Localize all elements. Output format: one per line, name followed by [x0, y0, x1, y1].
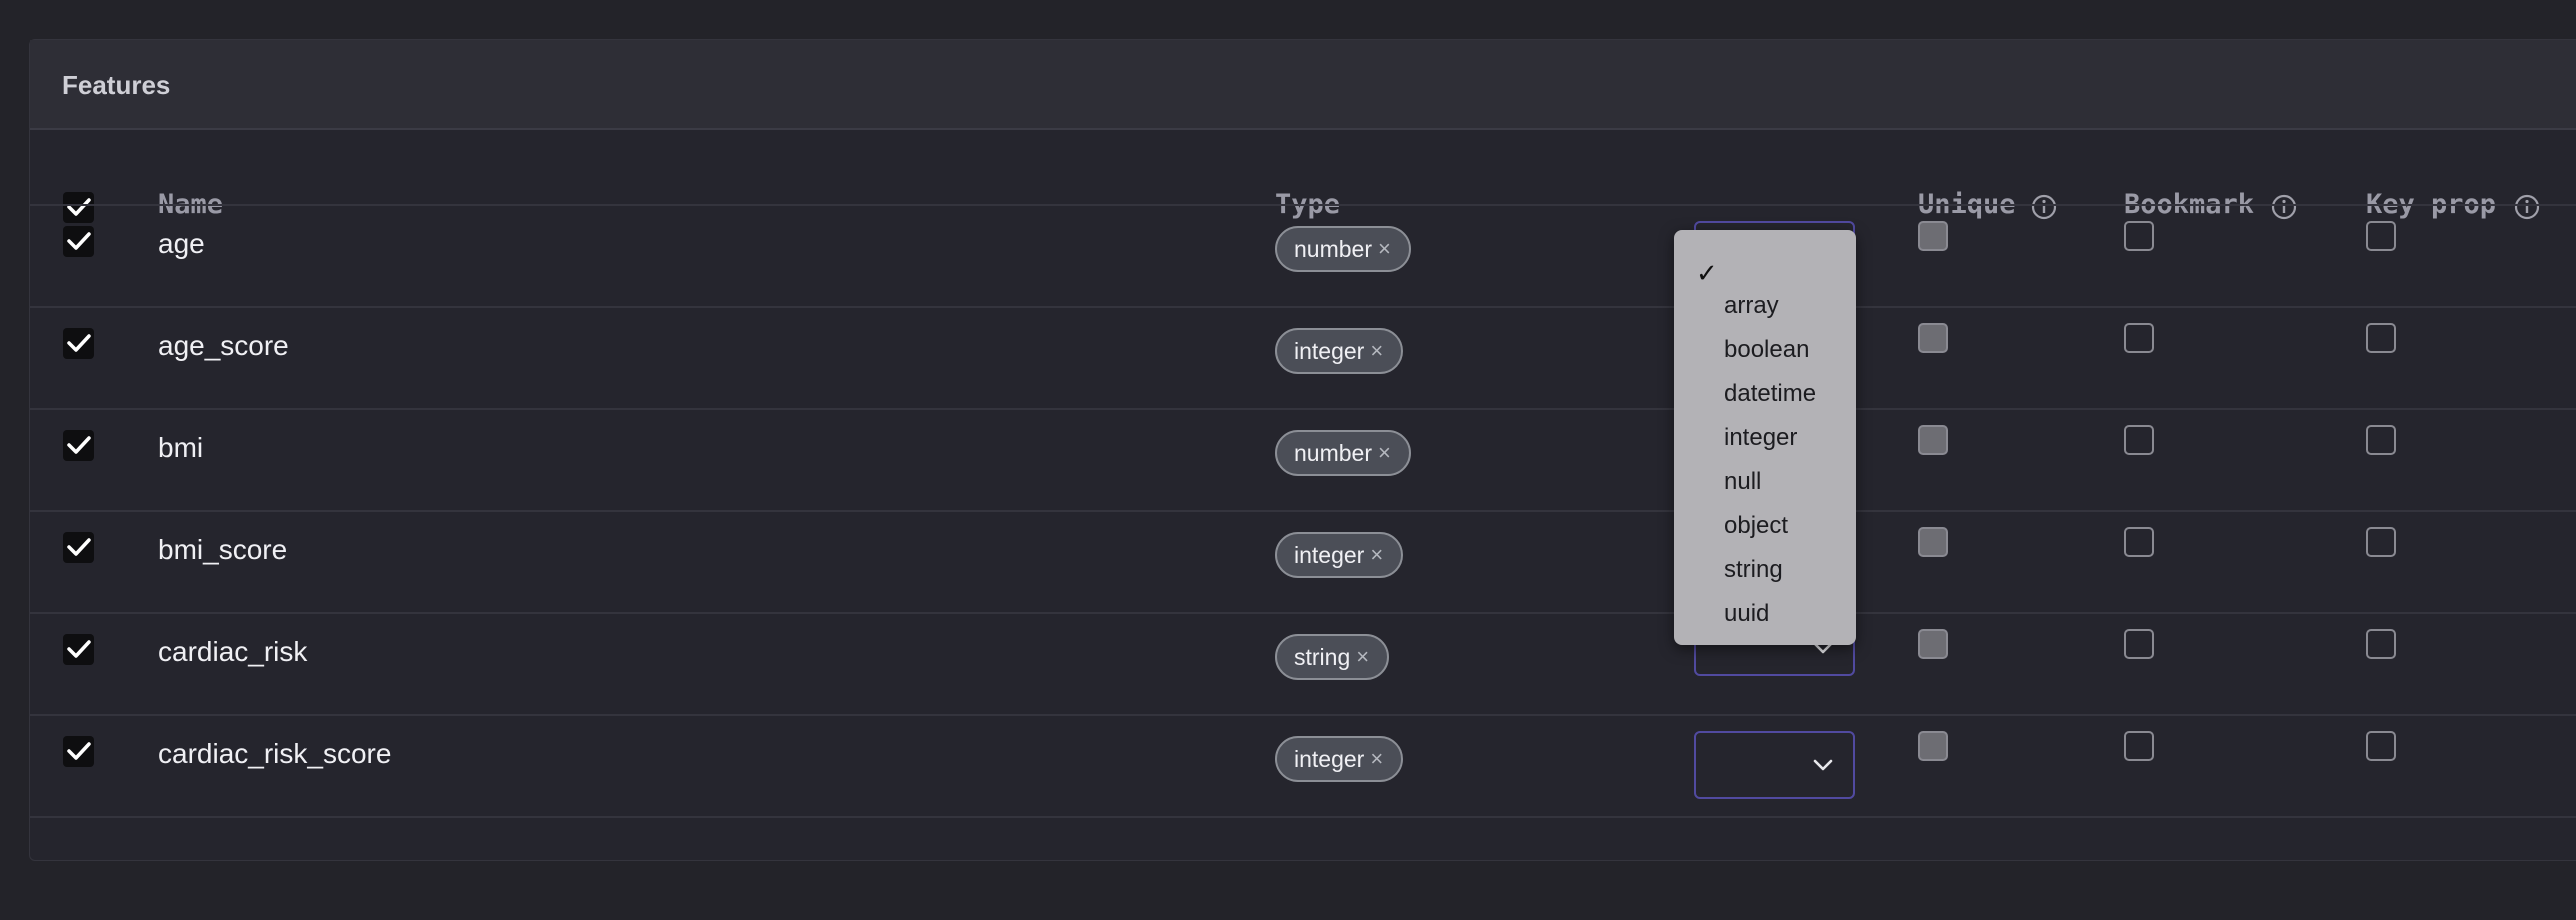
table-row-divider — [30, 816, 2576, 920]
feature-name: age_score — [158, 330, 289, 361]
features-panel: Features Name Type Unique Bookmark Key p… — [29, 39, 2576, 861]
check-icon — [67, 640, 91, 658]
type-tag: integer × — [1275, 532, 1404, 578]
key-prop-checkbox[interactable] — [2366, 221, 2396, 251]
type-tag-label: integer — [1294, 745, 1365, 772]
type-dropdown-menu: ✓ array boolean datetime integer null ob… — [1674, 230, 1856, 645]
table-row: age number × — [30, 204, 2576, 308]
table-row: age_score integer × — [30, 306, 2576, 410]
type-tag-label: number — [1294, 235, 1372, 262]
dropdown-option-datetime[interactable]: datetime — [1724, 380, 1816, 408]
feature-name: bmi_score — [158, 534, 288, 565]
close-icon[interactable]: × — [1378, 236, 1391, 262]
selected-check-icon: ✓ — [1696, 258, 1718, 288]
feature-name: cardiac_risk — [158, 636, 308, 667]
table-row: bmi_score integer × — [30, 510, 2576, 614]
check-icon — [67, 538, 91, 556]
check-icon — [67, 334, 91, 352]
key-prop-checkbox[interactable] — [2366, 629, 2396, 659]
type-tag-label: integer — [1294, 337, 1365, 364]
table-row: bmi number × — [30, 408, 2576, 512]
unique-checkbox[interactable] — [1918, 527, 1948, 557]
key-prop-checkbox[interactable] — [2366, 731, 2396, 761]
table-row: cardiac_risk_score integer × — [30, 714, 2576, 818]
type-tag: number × — [1275, 226, 1411, 272]
check-icon — [67, 232, 91, 250]
type-tag-label: number — [1294, 439, 1372, 466]
panel-header: Features — [30, 40, 2576, 130]
dropdown-option-boolean[interactable]: boolean — [1724, 336, 1809, 364]
panel-title: Features — [62, 70, 171, 100]
type-select[interactable] — [1694, 731, 1855, 799]
type-tag-label: integer — [1294, 541, 1365, 568]
bookmark-checkbox[interactable] — [2124, 221, 2154, 251]
row-select-checkbox[interactable] — [63, 226, 94, 257]
chevron-down-icon — [1813, 759, 1833, 771]
close-icon[interactable]: × — [1378, 440, 1391, 466]
feature-name: cardiac_risk_score — [158, 738, 392, 769]
unique-checkbox[interactable] — [1918, 323, 1948, 353]
bookmark-checkbox[interactable] — [2124, 629, 2154, 659]
feature-name: age — [158, 228, 205, 259]
row-select-checkbox[interactable] — [63, 430, 94, 461]
dropdown-option-array[interactable]: array — [1724, 292, 1779, 320]
dropdown-option-integer[interactable]: integer — [1724, 424, 1797, 452]
key-prop-checkbox[interactable] — [2366, 425, 2396, 455]
check-icon — [67, 742, 91, 760]
check-icon — [67, 436, 91, 454]
row-select-checkbox[interactable] — [63, 736, 94, 767]
close-icon[interactable]: × — [1356, 644, 1369, 670]
bookmark-checkbox[interactable] — [2124, 323, 2154, 353]
unique-checkbox[interactable] — [1918, 731, 1948, 761]
feature-name: bmi — [158, 432, 204, 463]
type-tag: number × — [1275, 430, 1411, 476]
close-icon[interactable]: × — [1370, 338, 1383, 364]
type-tag-label: string — [1294, 643, 1351, 670]
bookmark-checkbox[interactable] — [2124, 731, 2154, 761]
bookmark-checkbox[interactable] — [2124, 425, 2154, 455]
unique-checkbox[interactable] — [1918, 221, 1948, 251]
row-select-checkbox[interactable] — [63, 532, 94, 563]
unique-checkbox[interactable] — [1918, 425, 1948, 455]
key-prop-checkbox[interactable] — [2366, 527, 2396, 557]
dropdown-option-object[interactable]: object — [1724, 512, 1788, 540]
row-select-checkbox[interactable] — [63, 634, 94, 665]
type-tag: integer × — [1275, 736, 1404, 782]
dropdown-option-null[interactable]: null — [1724, 468, 1761, 496]
row-select-checkbox[interactable] — [63, 328, 94, 359]
bookmark-checkbox[interactable] — [2124, 527, 2154, 557]
table-row: cardiac_risk string × — [30, 612, 2576, 716]
type-tag: string × — [1275, 634, 1390, 680]
type-tag: integer × — [1275, 328, 1404, 374]
close-icon[interactable]: × — [1370, 542, 1383, 568]
close-icon[interactable]: × — [1370, 746, 1383, 772]
unique-checkbox[interactable] — [1918, 629, 1948, 659]
key-prop-checkbox[interactable] — [2366, 323, 2396, 353]
dropdown-option-string[interactable]: string — [1724, 556, 1783, 584]
dropdown-option-uuid[interactable]: uuid — [1724, 600, 1769, 628]
